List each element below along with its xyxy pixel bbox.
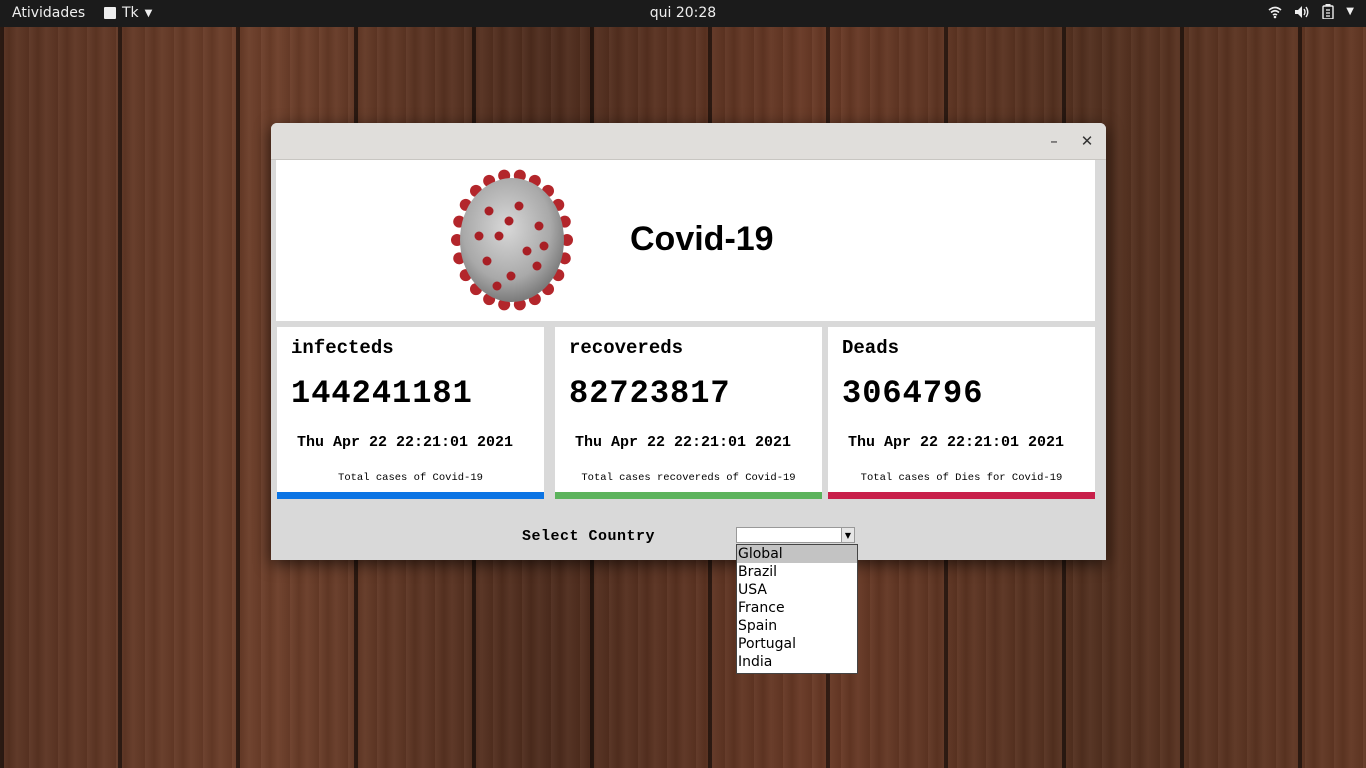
card-label: infecteds: [291, 337, 394, 359]
chevron-down-icon[interactable]: ▼: [841, 528, 854, 542]
card-color-bar: [555, 492, 822, 499]
card-date: Thu Apr 22 22:21:01 2021: [575, 434, 792, 451]
card-color-bar: [828, 492, 1095, 499]
card-date: Thu Apr 22 22:21:01 2021: [848, 434, 1065, 451]
country-combobox[interactable]: ▼: [736, 527, 855, 543]
volume-icon: [1295, 5, 1309, 18]
recovered-card: recovereds 82723817 Thu Apr 22 22:21:01 …: [555, 327, 822, 499]
header-panel: Covid-19: [276, 160, 1095, 321]
infected-card: infecteds 144241181 Thu Apr 22 22:21:01 …: [277, 327, 544, 499]
wifi-icon: [1268, 6, 1282, 18]
chevron-down-icon: ▼: [144, 7, 153, 19]
battery-icon: [1322, 4, 1334, 19]
country-option-global[interactable]: Global: [737, 545, 857, 563]
deads-card: Deads 3064796 Thu Apr 22 22:21:01 2021 T…: [828, 327, 1095, 499]
card-label: recovereds: [569, 337, 684, 359]
card-description: Total cases of Covid-19: [338, 472, 483, 484]
country-option-france[interactable]: France: [737, 599, 857, 617]
system-tray[interactable]: ▼: [1268, 4, 1354, 19]
country-option-india[interactable]: India: [737, 653, 857, 671]
top-bar: Atividades Tk ▼ qui 20:28 ▼: [0, 0, 1366, 27]
window-titlebar[interactable]: – ✕: [271, 123, 1106, 160]
app-menu-label: Tk: [122, 5, 139, 21]
card-value: 144241181: [291, 375, 473, 412]
select-country-label: Select Country: [522, 528, 656, 545]
app-title: Covid-19: [630, 220, 774, 258]
app-menu[interactable]: Tk ▼: [104, 5, 152, 21]
card-value: 82723817: [569, 375, 731, 412]
card-description: Total cases of Dies for Covid-19: [860, 472, 1063, 484]
minimize-button[interactable]: –: [1044, 131, 1064, 151]
country-option-portugal[interactable]: Portugal: [737, 635, 857, 653]
close-button[interactable]: ✕: [1077, 131, 1097, 151]
activities-button[interactable]: Atividades: [12, 5, 85, 21]
chevron-down-icon: ▼: [1346, 6, 1354, 17]
app-window: – ✕ Covid-19 infecteds 144241181 Thu Apr…: [271, 123, 1106, 560]
country-option-brazil[interactable]: Brazil: [737, 563, 857, 581]
card-value: 3064796: [842, 375, 984, 412]
app-window-icon: [104, 7, 116, 19]
country-option-spain[interactable]: Spain: [737, 617, 857, 635]
clock[interactable]: qui 20:28: [0, 5, 1366, 21]
card-label: Deads: [842, 337, 900, 359]
coronavirus-image: [451, 169, 573, 311]
card-date: Thu Apr 22 22:21:01 2021: [297, 434, 514, 451]
card-color-bar: [277, 492, 544, 499]
card-description: Total cases recovereds of Covid-19: [581, 472, 796, 484]
country-option-usa[interactable]: USA: [737, 581, 857, 599]
country-dropdown-list[interactable]: Global Brazil USA France Spain Portugal …: [736, 544, 858, 674]
